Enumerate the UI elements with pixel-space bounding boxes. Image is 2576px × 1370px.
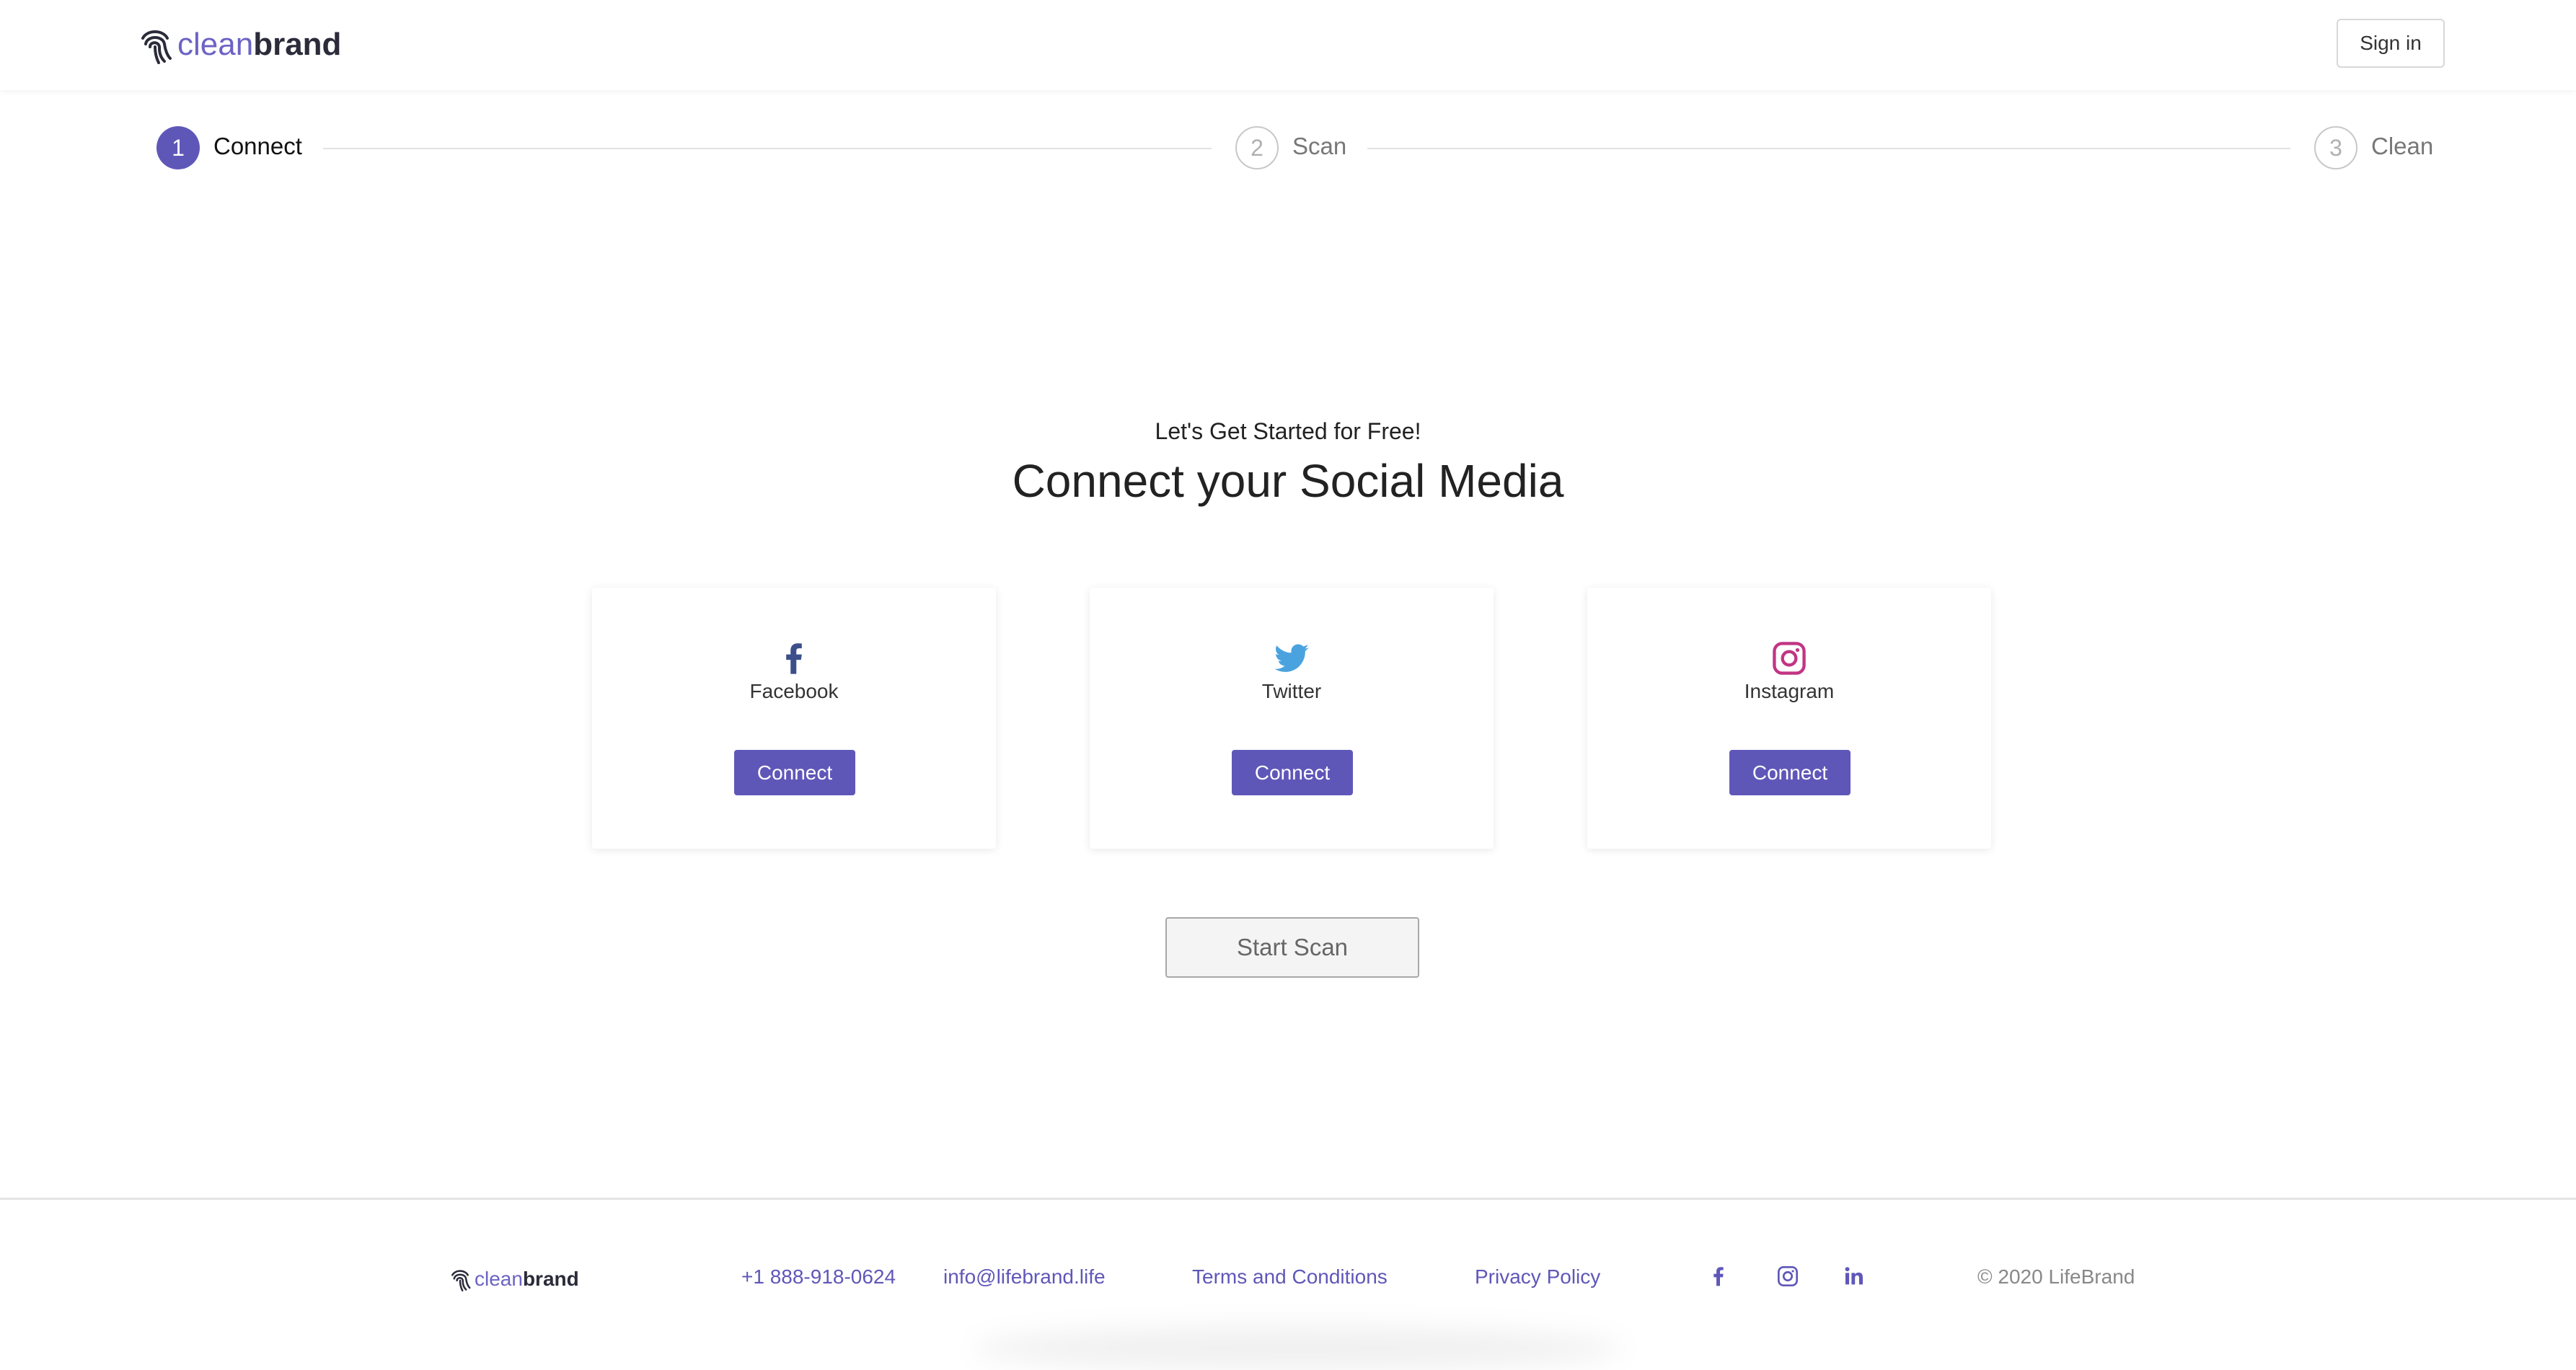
step-connector-2: [1367, 148, 2290, 149]
step-3-circle: 3: [2314, 126, 2357, 169]
footer-email-link[interactable]: info@lifebrand.life: [943, 1265, 1106, 1289]
footer-brand-name: cleanbrand: [475, 1268, 579, 1290]
facebook-icon: [1713, 1267, 1724, 1286]
brand-name: cleanbrand: [177, 27, 342, 62]
facebook-connect-button[interactable]: Connect: [734, 750, 855, 795]
footer-privacy-link[interactable]: Privacy Policy: [1475, 1265, 1600, 1289]
step-2-label: Scan: [1292, 133, 1347, 159]
footer-divider: [0, 1198, 2576, 1200]
footer-linkedin-link[interactable]: [1840, 1262, 1869, 1291]
sign-in-button[interactable]: Sign in: [2337, 19, 2445, 68]
step-1-circle: 1: [156, 126, 200, 169]
bottom-shadow-decoration: [974, 1327, 1623, 1370]
page-subtitle: Let's Get Started for Free!: [1155, 418, 1421, 444]
instagram-label: Instagram: [1744, 680, 1835, 702]
facebook-card: Facebook Connect: [592, 588, 996, 849]
linkedin-icon: [1845, 1267, 1863, 1285]
footer-terms-link[interactable]: Terms and Conditions: [1192, 1265, 1388, 1289]
footer-brand-logo[interactable]: cleanbrand: [449, 1267, 579, 1291]
step-1-label: Connect: [213, 133, 302, 159]
twitter-connect-button[interactable]: Connect: [1232, 750, 1353, 795]
twitter-icon: [1274, 644, 1309, 672]
footer-instagram-link[interactable]: [1773, 1262, 1802, 1291]
page-title: Connect your Social Media: [1012, 455, 1564, 507]
facebook-icon: [786, 643, 802, 674]
instagram-icon: [1778, 1266, 1798, 1286]
footer-facebook-link[interactable]: [1704, 1262, 1733, 1291]
top-header: cleanbrand Sign in: [0, 0, 2576, 90]
twitter-card: Twitter Connect: [1090, 588, 1494, 849]
fingerprint-icon: [451, 1270, 471, 1291]
step-connector-1: [323, 148, 1212, 149]
brand-logo[interactable]: cleanbrand: [137, 22, 341, 68]
instagram-connect-button[interactable]: Connect: [1729, 750, 1851, 795]
footer-phone-link[interactable]: +1 888-918-0624: [741, 1265, 896, 1289]
step-2-circle: 2: [1235, 126, 1279, 169]
facebook-label: Facebook: [749, 680, 839, 702]
copyright-text: © 2020 LifeBrand: [1977, 1265, 2135, 1288]
instagram-icon: [1773, 642, 1806, 675]
twitter-label: Twitter: [1261, 680, 1322, 702]
step-3-label: Clean: [2371, 133, 2434, 159]
start-scan-button[interactable]: Start Scan: [1165, 917, 1419, 978]
instagram-card: Instagram Connect: [1587, 588, 1991, 849]
fingerprint-icon: [141, 30, 172, 64]
